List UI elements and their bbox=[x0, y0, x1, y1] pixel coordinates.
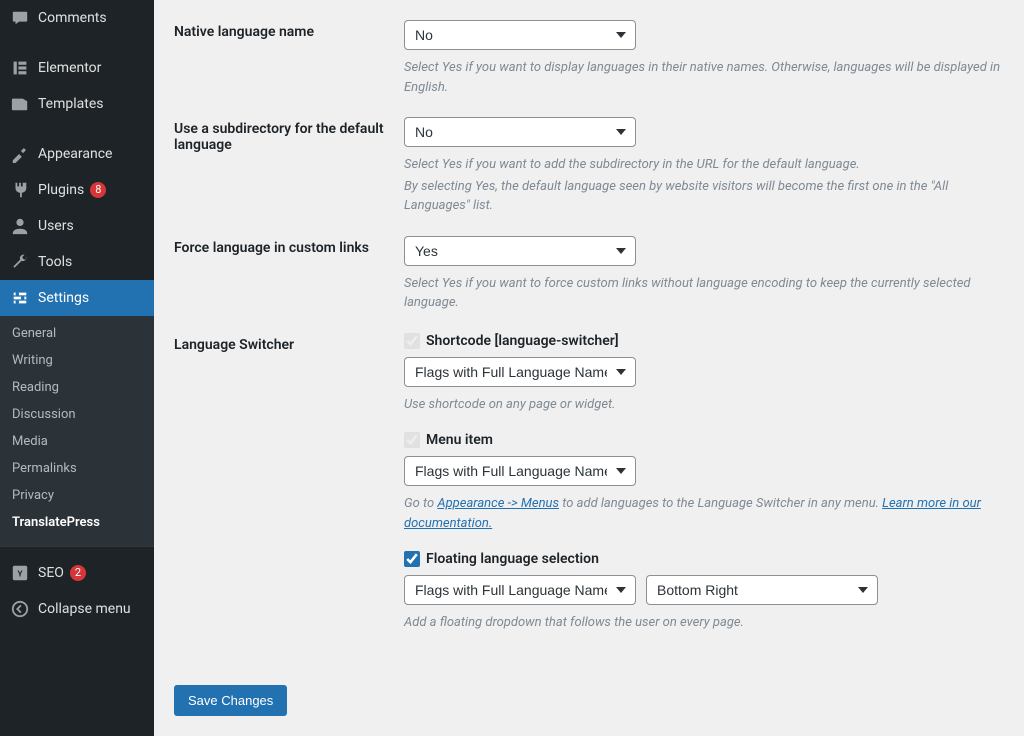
floating-checkbox[interactable] bbox=[404, 551, 420, 567]
menu-style-select[interactable]: Flags with Full Language Names bbox=[404, 456, 636, 486]
elementor-icon bbox=[10, 58, 30, 78]
appearance-icon bbox=[10, 144, 30, 164]
sidebar-item-appearance[interactable]: Appearance bbox=[0, 136, 154, 172]
native-lang-desc: Select Yes if you want to display langua… bbox=[404, 58, 1004, 97]
submenu-privacy[interactable]: Privacy bbox=[0, 482, 154, 509]
submenu-reading[interactable]: Reading bbox=[0, 374, 154, 401]
sidebar-item-label: Collapse menu bbox=[38, 601, 131, 617]
floating-desc: Add a floating dropdown that follows the… bbox=[404, 613, 1004, 633]
floating-style-select[interactable]: Flags with Full Language Names bbox=[404, 575, 636, 605]
comment-icon bbox=[10, 8, 30, 28]
shortcode-style-select[interactable]: Flags with Full Language Names bbox=[404, 357, 636, 387]
submenu-writing[interactable]: Writing bbox=[0, 347, 154, 374]
subdir-desc1: Select Yes if you want to add the subdir… bbox=[404, 155, 1004, 175]
submenu-discussion[interactable]: Discussion bbox=[0, 401, 154, 428]
sidebar-item-label: Elementor bbox=[38, 60, 101, 76]
sidebar-item-elementor[interactable]: Elementor bbox=[0, 50, 154, 86]
seo-badge: 2 bbox=[70, 565, 86, 581]
sidebar-item-label: Appearance bbox=[38, 146, 112, 162]
subdir-label: Use a subdirectory for the default langu… bbox=[174, 117, 404, 216]
sidebar-item-settings[interactable]: Settings bbox=[0, 280, 154, 316]
sidebar-item-comments[interactable]: Comments bbox=[0, 0, 154, 36]
sidebar-item-label: Comments bbox=[38, 10, 107, 26]
floating-chk-label: Floating language selection bbox=[426, 551, 599, 567]
submenu-permalinks[interactable]: Permalinks bbox=[0, 455, 154, 482]
native-lang-label: Native language name bbox=[174, 20, 404, 97]
force-links-desc: Select Yes if you want to force custom l… bbox=[404, 274, 1004, 313]
seo-icon: Y bbox=[10, 563, 30, 583]
sidebar-item-label: SEO bbox=[38, 565, 64, 581]
menu-chk-label: Menu item bbox=[426, 432, 493, 448]
native-lang-select[interactable]: No bbox=[404, 20, 636, 50]
users-icon bbox=[10, 216, 30, 236]
sidebar-item-seo[interactable]: Y SEO 2 bbox=[0, 555, 154, 591]
menu-checkbox bbox=[404, 432, 420, 448]
settings-submenu: General Writing Reading Discussion Media… bbox=[0, 316, 154, 546]
floating-position-select[interactable]: Bottom Right bbox=[646, 575, 878, 605]
plugins-icon bbox=[10, 180, 30, 200]
submenu-media[interactable]: Media bbox=[0, 428, 154, 455]
sidebar-item-label: Templates bbox=[38, 96, 104, 112]
menu-desc: Go to Appearance -> Menus to add languag… bbox=[404, 494, 1004, 533]
sidebar-item-templates[interactable]: Templates bbox=[0, 86, 154, 122]
switcher-label: Language Switcher bbox=[174, 333, 404, 651]
force-links-label: Force language in custom links bbox=[174, 236, 404, 313]
plugins-badge: 8 bbox=[90, 182, 106, 198]
shortcode-chk-label: Shortcode [language-switcher] bbox=[426, 333, 619, 349]
tools-icon bbox=[10, 252, 30, 272]
sidebar-item-tools[interactable]: Tools bbox=[0, 244, 154, 280]
shortcode-checkbox bbox=[404, 333, 420, 349]
force-links-select[interactable]: Yes bbox=[404, 236, 636, 266]
save-button[interactable]: Save Changes bbox=[174, 685, 287, 716]
svg-text:Y: Y bbox=[17, 569, 22, 579]
sidebar-item-plugins[interactable]: Plugins 8 bbox=[0, 172, 154, 208]
admin-sidebar: Comments Elementor Templates Appearance … bbox=[0, 0, 154, 736]
collapse-icon bbox=[10, 599, 30, 619]
submenu-general[interactable]: General bbox=[0, 320, 154, 347]
appearance-menus-link[interactable]: Appearance -> Menus bbox=[437, 496, 559, 511]
submenu-translatepress[interactable]: TranslatePress bbox=[0, 509, 154, 536]
templates-icon bbox=[10, 94, 30, 114]
sidebar-item-label: Plugins bbox=[38, 182, 84, 198]
sidebar-item-users[interactable]: Users bbox=[0, 208, 154, 244]
sidebar-item-label: Users bbox=[38, 218, 74, 234]
subdir-select[interactable]: No bbox=[404, 117, 636, 147]
shortcode-desc: Use shortcode on any page or widget. bbox=[404, 395, 1004, 415]
sidebar-collapse[interactable]: Collapse menu bbox=[0, 591, 154, 627]
settings-icon bbox=[10, 288, 30, 308]
settings-form: Native language name No Select Yes if yo… bbox=[154, 0, 1024, 736]
sidebar-item-label: Tools bbox=[38, 254, 72, 270]
subdir-desc2: By selecting Yes, the default language s… bbox=[404, 177, 1004, 216]
sidebar-item-label: Settings bbox=[38, 290, 89, 306]
